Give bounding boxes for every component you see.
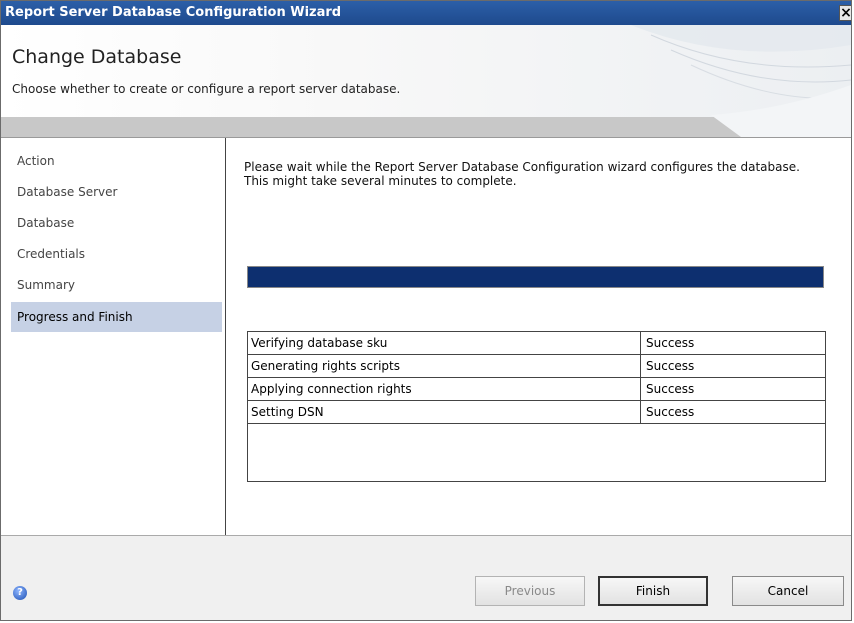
wizard-nav: Action Database Server Database Credenti… <box>1 138 226 535</box>
page-subtitle: Choose whether to create or configure a … <box>12 82 401 96</box>
step-status: Success <box>646 405 695 419</box>
status-table: Verifying database sku Success Generatin… <box>247 331 826 482</box>
help-icon[interactable]: ? <box>13 586 27 600</box>
finish-button[interactable]: Finish <box>598 576 708 606</box>
step-status: Success <box>646 359 695 373</box>
cancel-button[interactable]: Cancel <box>732 576 844 606</box>
window-title: Report Server Database Configuration Wiz… <box>5 5 342 20</box>
wizard-header: Change Database Choose whether to create… <box>1 25 851 137</box>
table-row[interactable]: Applying connection rights Success <box>248 378 825 401</box>
progress-message: Please wait while the Report Server Data… <box>244 160 800 188</box>
progress-bar <box>247 266 824 288</box>
page-title: Change Database <box>12 46 182 68</box>
step-status: Success <box>646 336 695 350</box>
wizard-window: Report Server Database Configuration Wiz… <box>0 0 852 621</box>
table-row[interactable]: Generating rights scripts Success <box>248 355 825 378</box>
main-panel: Please wait while the Report Server Data… <box>227 138 851 535</box>
nav-item-credentials[interactable]: Credentials <box>11 240 222 268</box>
step-status: Success <box>646 382 695 396</box>
progress-fill <box>248 267 823 287</box>
nav-item-database[interactable]: Database <box>11 209 222 237</box>
content-area: Action Database Server Database Credenti… <box>1 137 851 535</box>
previous-button[interactable]: Previous <box>475 576 585 606</box>
step-name: Setting DSN <box>251 405 324 419</box>
nav-item-action[interactable]: Action <box>11 147 222 175</box>
nav-item-database-server[interactable]: Database Server <box>11 178 222 206</box>
step-name: Applying connection rights <box>251 382 412 396</box>
decorative-swoosh <box>631 25 851 137</box>
step-name: Generating rights scripts <box>251 359 400 373</box>
close-icon[interactable]: × <box>839 5 851 21</box>
title-bar[interactable]: Report Server Database Configuration Wiz… <box>1 1 851 25</box>
table-row[interactable]: Setting DSN Success <box>248 401 825 424</box>
nav-item-progress-and-finish[interactable]: Progress and Finish <box>11 302 222 332</box>
nav-item-summary[interactable]: Summary <box>11 271 222 299</box>
step-name: Verifying database sku <box>251 336 388 350</box>
wizard-footer: ? Previous Finish Cancel <box>1 535 851 620</box>
table-row[interactable]: Verifying database sku Success <box>248 332 825 355</box>
